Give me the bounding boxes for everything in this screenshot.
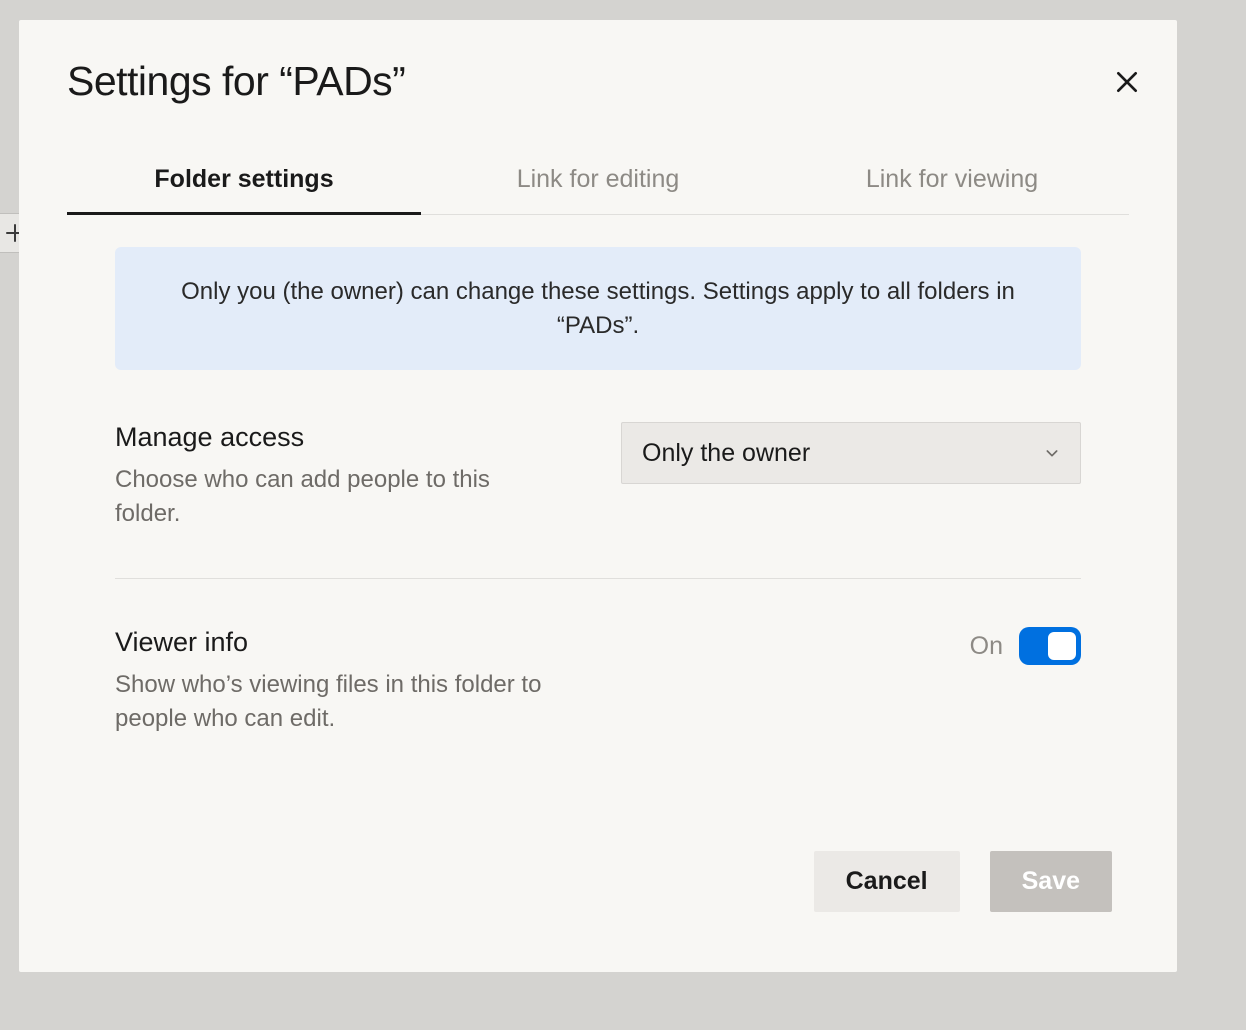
setting-description: Show who’s viewing files in this folder … (115, 668, 555, 735)
toggle-knob (1048, 632, 1076, 660)
toggle-state-label: On (970, 632, 1003, 661)
tab-content: Only you (the owner) can change these se… (67, 247, 1129, 784)
tabs: Folder settings Link for editing Link fo… (67, 149, 1129, 215)
manage-access-select[interactable]: Only the owner (621, 422, 1081, 484)
modal-title: Settings for “PADs” (67, 58, 1129, 105)
close-icon (1114, 69, 1140, 95)
setting-title: Viewer info (115, 627, 555, 658)
setting-text: Manage access Choose who can add people … (115, 422, 555, 530)
chevron-down-icon (1044, 445, 1060, 461)
close-button[interactable] (1105, 60, 1149, 104)
viewer-info-toggle-container: On (970, 627, 1081, 665)
tab-link-for-editing[interactable]: Link for editing (421, 149, 775, 214)
settings-modal: Settings for “PADs” Folder settings Link… (19, 20, 1177, 972)
setting-manage-access: Manage access Choose who can add people … (115, 422, 1081, 579)
tab-folder-settings[interactable]: Folder settings (67, 149, 421, 214)
setting-title: Manage access (115, 422, 555, 453)
setting-viewer-info: Viewer info Show who’s viewing files in … (115, 627, 1081, 783)
modal-footer: Cancel Save (814, 851, 1112, 912)
tab-label: Folder settings (154, 165, 333, 193)
info-banner: Only you (the owner) can change these se… (115, 247, 1081, 370)
cancel-button[interactable]: Cancel (814, 851, 960, 912)
viewer-info-toggle[interactable] (1019, 627, 1081, 665)
tab-link-for-viewing[interactable]: Link for viewing (775, 149, 1129, 214)
tab-label: Link for viewing (866, 165, 1038, 193)
tab-label: Link for editing (517, 165, 680, 193)
select-value: Only the owner (642, 439, 810, 468)
save-button[interactable]: Save (990, 851, 1112, 912)
setting-description: Choose who can add people to this folder… (115, 463, 555, 530)
setting-text: Viewer info Show who’s viewing files in … (115, 627, 555, 735)
